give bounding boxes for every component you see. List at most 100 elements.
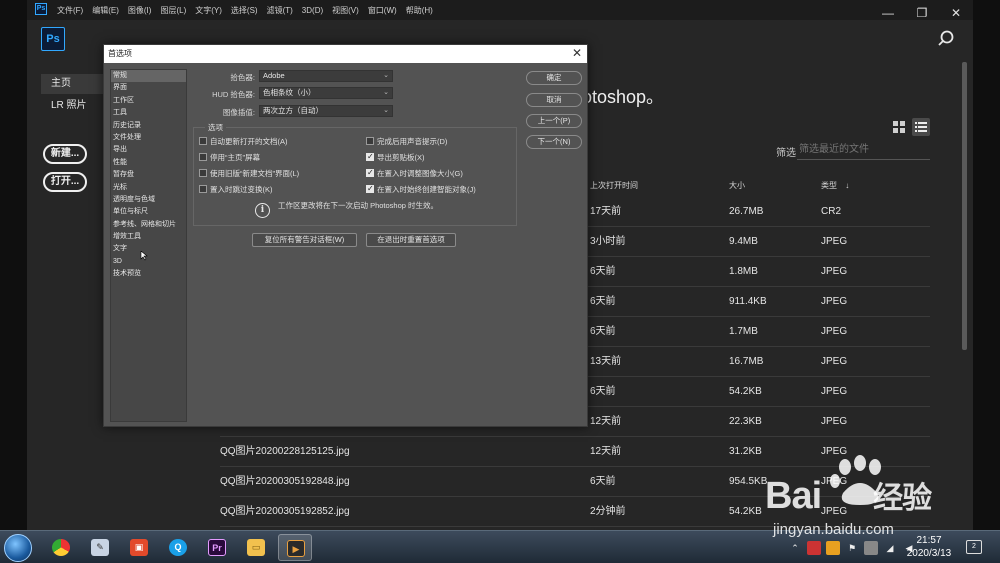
checkbox-checked-icon[interactable] [366, 184, 374, 193]
category-item[interactable]: 性能 [111, 157, 186, 169]
taskbar-app-2[interactable]: ✎ [83, 534, 117, 561]
close-icon[interactable]: ✕ [572, 46, 582, 60]
filter-input[interactable] [797, 140, 930, 160]
new-button[interactable]: 新建... [43, 144, 87, 164]
file-size: 1.8MB [729, 266, 758, 277]
menu-item[interactable]: 文件(F) [57, 5, 83, 16]
category-item[interactable]: 工作区 [111, 95, 186, 107]
color-picker-select[interactable]: Adobe ⌄ [259, 70, 393, 82]
file-size: 54.2KB [729, 386, 762, 397]
reset-prefs-button[interactable]: 在退出时重置首选项 [366, 233, 456, 247]
hud-picker-select[interactable]: 色相条纹（小） ⌄ [259, 87, 393, 99]
category-item[interactable]: 透明度与色域 [111, 194, 186, 206]
checkbox-checked-icon[interactable] [366, 168, 374, 177]
file-size: 22.3KB [729, 416, 762, 427]
category-item[interactable]: 常规 [111, 70, 186, 83]
premiere-icon: Pr [208, 539, 226, 556]
sort-arrow-icon: ↓ [845, 181, 850, 190]
file-type: JPEG [821, 416, 848, 427]
file-time: 12天前 [590, 416, 622, 427]
menu-item[interactable]: 滤镜(T) [267, 5, 293, 16]
category-item[interactable]: 暂存盘 [111, 169, 186, 181]
chrome-icon [52, 539, 70, 556]
option-label: 导出剪贴板(X) [377, 153, 425, 162]
taskbar-premiere[interactable]: Pr [200, 534, 234, 561]
ok-button[interactable]: 确定 [526, 71, 582, 85]
menu-item[interactable]: 窗口(W) [368, 5, 397, 16]
app-icon: ▣ [130, 539, 148, 556]
column-header-time[interactable]: 上次打开时间 [590, 180, 638, 191]
taskbar-app-4[interactable]: Q [161, 534, 195, 561]
category-item[interactable]: 3D [111, 256, 186, 268]
option-label: 在置入时始终创建智能对象(J) [377, 185, 476, 194]
browser-icon: Q [169, 539, 187, 556]
open-button[interactable]: 打开... [43, 172, 87, 192]
interpolation-select[interactable]: 两次立方（自动） ⌄ [259, 105, 393, 117]
checkbox-unchecked-icon[interactable] [199, 169, 207, 177]
grid-view-icon[interactable] [893, 121, 905, 133]
cancel-button[interactable]: 取消 [526, 93, 582, 107]
category-item[interactable]: 参考线、网格和切片 [111, 219, 186, 231]
file-time: 6天前 [590, 386, 616, 397]
list-view-icon[interactable] [912, 118, 930, 136]
start-button[interactable] [4, 534, 32, 562]
category-item[interactable]: 界面 [111, 82, 186, 94]
menu-bar: Ps 文件(F) 编辑(E) 图像(I) 图层(L) 文字(Y) 选择(S) 滤镜(T) 3D… [27, 0, 973, 20]
file-time: 12天前 [590, 446, 622, 457]
options-legend: 选项 [205, 122, 226, 133]
menu-item[interactable]: 文字(Y) [195, 5, 222, 16]
file-type: JPEG [821, 326, 848, 337]
watermark-brand-cn: 经验 [873, 482, 932, 515]
column-header-size[interactable]: 大小 [729, 180, 745, 191]
menu-item[interactable]: 编辑(E) [92, 5, 119, 16]
nav-home[interactable]: 主页 [41, 74, 111, 94]
column-header-type[interactable]: 类型 ↓ [821, 180, 849, 191]
menu-item[interactable]: 图层(L) [160, 5, 186, 16]
category-item[interactable]: 工具 [111, 107, 186, 119]
taskbar-app-3[interactable]: ▣ [122, 534, 156, 561]
checkbox-unchecked-icon[interactable] [366, 137, 374, 145]
category-item[interactable]: 历史记录 [111, 120, 186, 132]
checkbox-checked-icon[interactable] [366, 152, 374, 161]
checkbox-unchecked-icon[interactable] [199, 153, 207, 161]
category-item[interactable]: 光标 [111, 182, 186, 194]
checkbox-unchecked-icon[interactable] [199, 185, 207, 193]
previous-button[interactable]: 上一个(P) [526, 114, 582, 128]
film-icon: ▶ [287, 540, 305, 557]
file-type: JPEG [821, 266, 848, 277]
info-text: 工作区更改将在下一次启动 Photoshop 时生效。 [278, 201, 439, 210]
hud-picker-value: 色相条纹（小） [263, 88, 316, 97]
menu-item[interactable]: 图像(I) [128, 5, 152, 16]
category-item[interactable]: 技术预览 [111, 268, 186, 280]
file-size: 16.7MB [729, 356, 764, 367]
menu-item[interactable]: 视图(V) [332, 5, 359, 16]
taskbar-chrome[interactable] [44, 534, 78, 561]
taskbar-media-player[interactable]: ▶ [278, 534, 312, 561]
menu-item[interactable]: 帮助(H) [406, 5, 433, 16]
category-item[interactable]: 导出 [111, 144, 186, 156]
column-type-label: 类型 [821, 181, 837, 190]
category-item[interactable]: 文件处理 [111, 132, 186, 144]
next-button[interactable]: 下一个(N) [526, 135, 582, 149]
menu-items: 文件(F) 编辑(E) 图像(I) 图层(L) 文字(Y) 选择(S) 滤镜(T) 3D(D)… [57, 0, 442, 20]
checkbox-unchecked-icon[interactable] [199, 137, 207, 145]
category-list: 常规 界面 工作区 工具 历史记录 文件处理 导出 性能 暂存盘 光标 透明度与色域 单位与标尺 参考线… [110, 69, 187, 422]
category-item[interactable]: 增效工具 [111, 231, 186, 243]
menu-item[interactable]: 3D(D) [302, 6, 323, 15]
clock-date: 2020/3/13 [906, 548, 952, 559]
dialog-titlebar[interactable]: 首选项 ✕ [104, 45, 587, 63]
vertical-scrollbar[interactable] [962, 62, 967, 350]
nav-lr-photos[interactable]: LR 照片 [41, 96, 111, 116]
menu-item[interactable]: 选择(S) [231, 5, 258, 16]
taskbar-explorer[interactable]: ▭ [239, 534, 273, 561]
reset-warnings-button[interactable]: 复位所有警告对话框(W) [252, 233, 357, 247]
category-item[interactable]: 单位与标尺 [111, 206, 186, 218]
chevron-down-icon: ⌄ [383, 72, 389, 79]
option-label: 在置入时调整图像大小(G) [377, 169, 463, 178]
search-icon[interactable] [937, 30, 955, 48]
file-type: CR2 [821, 206, 842, 217]
file-size: 9.4MB [729, 236, 758, 247]
ps-app-icon[interactable]: Ps [35, 3, 47, 15]
file-time: 3小时前 [590, 236, 626, 247]
category-item[interactable]: 文字 [111, 243, 186, 255]
